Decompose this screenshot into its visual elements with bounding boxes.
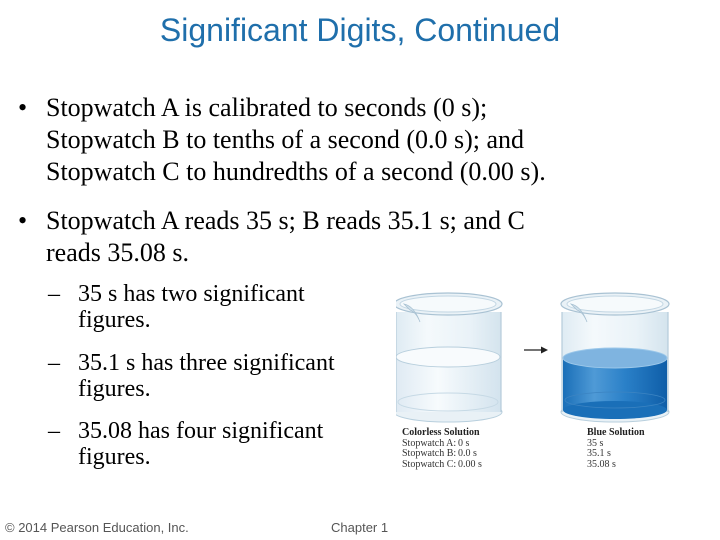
bullet-line: Stopwatch B to tenths of a second (0.0 s… bbox=[46, 125, 525, 154]
legend-value: 0.00 s bbox=[458, 458, 482, 470]
bullet-line: Stopwatch C to hundredths of a second (0… bbox=[46, 157, 546, 186]
footer-chapter: Chapter 1 bbox=[331, 520, 389, 535]
colorless-solution-header: Colorless Solution bbox=[402, 427, 480, 438]
sub-bullet-line: 35.1 s has three significant bbox=[78, 350, 335, 376]
sub-bullet-line: figures. bbox=[78, 307, 151, 333]
right-arrow-icon bbox=[524, 346, 548, 354]
colorless-solution-column: Colorless Solution Stopwatch A: 0 s Stopw… bbox=[402, 427, 482, 471]
bullet-marker: • bbox=[18, 93, 28, 122]
legend-label: Stopwatch C: bbox=[402, 458, 457, 470]
sub-bullet-line: 35.08 has four significant bbox=[78, 418, 324, 444]
bullet-readings: • Stopwatch A reads 35 s; B reads 35.1 s… bbox=[18, 205, 698, 275]
sub-bullet-text: 35.08 has four significant figures. bbox=[78, 418, 323, 470]
bullet-text: Stopwatch A reads 35 s; B reads 35.1 s; … bbox=[46, 205, 525, 269]
bullet-marker: • bbox=[18, 206, 28, 235]
bullet-text: Stopwatch A is calibrated to seconds (0 … bbox=[46, 92, 546, 188]
sub-bullet-text: 35.1 s has three significant figures. bbox=[78, 350, 335, 402]
sub-bullet-marker: – bbox=[48, 281, 60, 307]
bullet-line: Stopwatch A is calibrated to seconds (0 … bbox=[46, 93, 488, 122]
bullet-calibration: • Stopwatch A is calibrated to seconds (… bbox=[18, 92, 698, 192]
sub-bullet-line: 35 s has two significant bbox=[78, 281, 305, 307]
slide-title: Significant Digits, Continued bbox=[159, 12, 561, 48]
sub-bullet-marker: – bbox=[48, 418, 60, 444]
sub-bullet-line: figures. bbox=[78, 376, 151, 402]
bullet-line: Stopwatch A reads 35 s; B reads 35.1 s; … bbox=[46, 206, 525, 235]
bullet-line: reads 35.08 s. bbox=[46, 238, 189, 267]
blue-solution-column: Blue Solution 35 s 35.1 s 35.08 s bbox=[587, 427, 645, 470]
legend-value: 35.08 s bbox=[587, 458, 616, 470]
legend-row: Stopwatch C: 0.00 s bbox=[402, 458, 482, 471]
legend-value: 0 s bbox=[458, 437, 470, 449]
sub-bullet-marker: – bbox=[48, 350, 60, 376]
sub-bullet-line: figures. bbox=[78, 444, 151, 470]
footer-copyright: © 2014 Pearson Education, Inc. bbox=[5, 520, 189, 535]
stopwatch-legend: Colorless Solution Stopwatch A: 0 s Stopw… bbox=[402, 427, 692, 478]
legend-label: Stopwatch B: bbox=[402, 448, 457, 459]
sub-bullet-text: 35 s has two significant figures. bbox=[78, 281, 305, 333]
beaker-illustration bbox=[393, 292, 670, 423]
legend-value: 0.0 s bbox=[458, 448, 477, 459]
blue-solution-beaker bbox=[560, 292, 670, 423]
colorless-solution-beaker bbox=[393, 292, 503, 423]
legend-value: 35.1 s bbox=[587, 448, 611, 459]
blue-solution-header: Blue Solution bbox=[587, 427, 645, 438]
